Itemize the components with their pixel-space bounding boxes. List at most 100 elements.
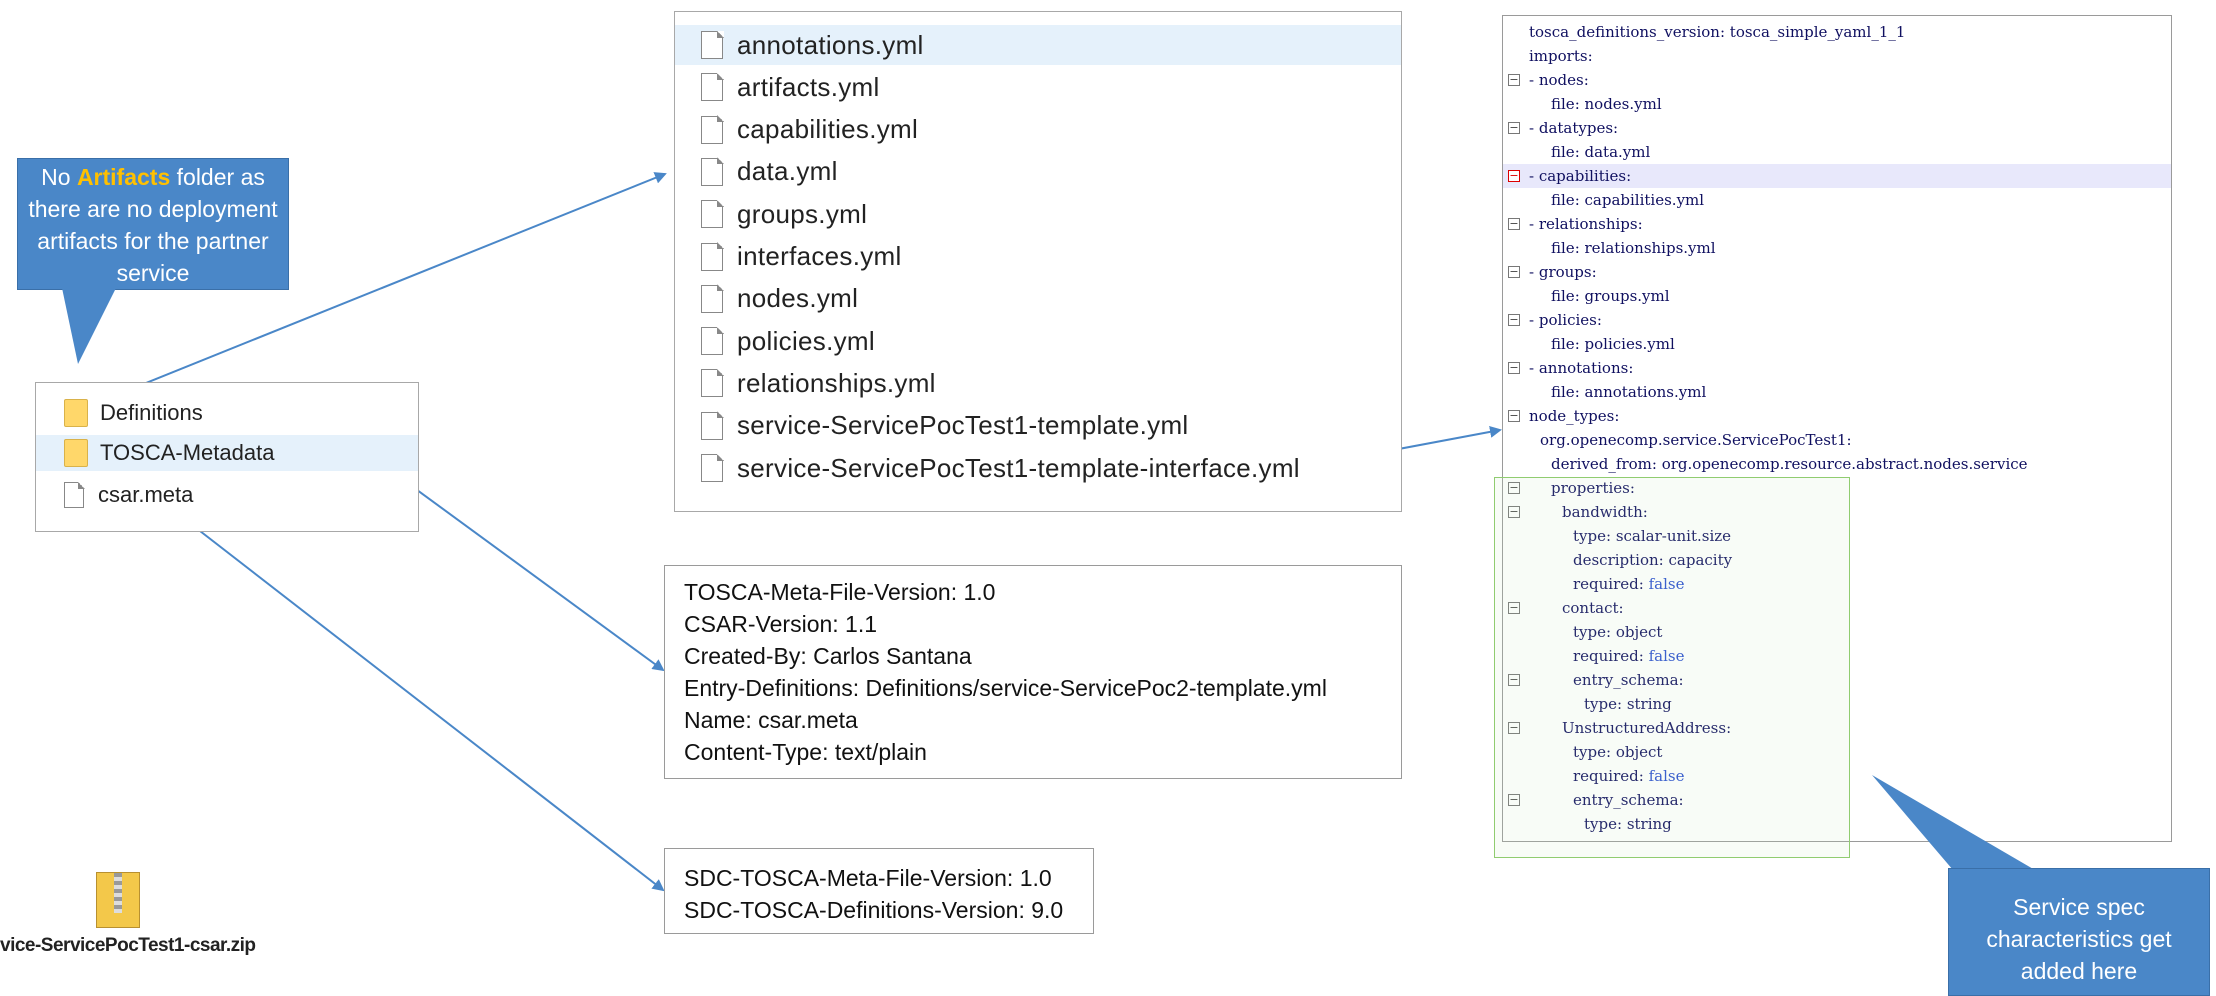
zip-file-label[interactable]: vice-ServicePocTest1-csar.zip bbox=[0, 935, 256, 957]
file-icon bbox=[701, 199, 724, 229]
file-icon bbox=[701, 157, 724, 186]
code-line: file: policies.yml bbox=[1551, 335, 1675, 353]
csar-root-folder: Definitions TOSCA-Metadata csar.meta bbox=[35, 382, 419, 532]
code-line: tosca_definitions_version: tosca_simple_… bbox=[1529, 23, 1906, 41]
definitions-file-item[interactable]: nodes.yml bbox=[675, 279, 1401, 319]
folder-icon bbox=[64, 399, 88, 427]
file-icon bbox=[701, 72, 724, 102]
code-key: - datatypes bbox=[1529, 119, 1614, 137]
definitions-file-item[interactable]: annotations.yml bbox=[675, 25, 1401, 65]
fold-toggle-icon[interactable]: − bbox=[1508, 314, 1520, 326]
code-key: - policies bbox=[1529, 311, 1597, 329]
properties-highlight-box bbox=[1494, 477, 1850, 858]
code-value: capabilities.yml bbox=[1584, 191, 1705, 209]
file-icon bbox=[701, 411, 724, 440]
csar-meta-line: SDC-TOSCA-Meta-File-Version: 1.0 bbox=[684, 865, 1052, 891]
definitions-file-item[interactable]: relationships.yml bbox=[675, 363, 1401, 403]
code-key: file bbox=[1551, 143, 1575, 161]
definitions-file-item[interactable]: groups.yml bbox=[675, 194, 1401, 234]
arrow-to-csar-meta bbox=[199, 530, 665, 892]
code-key: - capabilities bbox=[1529, 167, 1627, 185]
code-key: imports bbox=[1529, 47, 1588, 65]
code-line: − - annotations: bbox=[1508, 359, 1639, 377]
code-key: tosca_definitions_version bbox=[1529, 23, 1720, 41]
folder-item-definitions[interactable]: Definitions bbox=[36, 395, 418, 431]
no-artifacts-callout: No Artifacts folder as there are no depl… bbox=[17, 158, 289, 290]
code-key: derived_from bbox=[1551, 455, 1652, 473]
code-line: imports: bbox=[1529, 47, 1598, 65]
code-line: − - capabilities: bbox=[1503, 164, 2171, 188]
code-value: groups.yml bbox=[1584, 287, 1670, 305]
csar-meta-line: SDC-TOSCA-Definitions-Version: 9.0 bbox=[684, 897, 1064, 923]
csar-meta-content: SDC-TOSCA-Meta-File-Version: 1.0 SDC-TOS… bbox=[664, 848, 1094, 934]
zip-archive-icon[interactable] bbox=[96, 872, 140, 928]
code-key: file bbox=[1551, 239, 1575, 257]
fold-toggle-icon[interactable]: − bbox=[1508, 218, 1520, 230]
code-value: tosca_simple_yaml_1_1 bbox=[1729, 23, 1906, 41]
definitions-file-item[interactable]: data.yml bbox=[675, 152, 1401, 192]
code-line: file: groups.yml bbox=[1551, 287, 1670, 305]
code-line: file: capabilities.yml bbox=[1551, 191, 1705, 209]
file-icon bbox=[701, 368, 724, 398]
code-key: node_types bbox=[1529, 407, 1615, 425]
tosca-meta-line: Content-Type: text/plain bbox=[684, 739, 927, 765]
code-value: data.yml bbox=[1584, 143, 1651, 161]
code-key: - groups bbox=[1529, 263, 1592, 281]
file-item-csar-meta[interactable]: csar.meta bbox=[36, 477, 418, 513]
fold-toggle-icon[interactable]: − bbox=[1508, 170, 1520, 182]
code-value: policies.yml bbox=[1584, 335, 1675, 353]
file-icon bbox=[701, 453, 724, 482]
code-line: file: relationships.yml bbox=[1551, 239, 1716, 257]
fold-toggle-icon[interactable]: − bbox=[1508, 266, 1520, 278]
folder-item-tosca-metadata[interactable]: TOSCA-Metadata bbox=[36, 435, 418, 471]
code-key: file bbox=[1551, 95, 1575, 113]
file-icon bbox=[701, 326, 724, 356]
code-value: nodes.yml bbox=[1584, 95, 1662, 113]
artifacts-highlight: Artifacts bbox=[76, 164, 171, 190]
callout-pointer bbox=[62, 288, 116, 364]
definitions-file-item[interactable]: artifacts.yml bbox=[675, 67, 1401, 107]
file-icon bbox=[64, 481, 85, 508]
code-line: − - relationships: bbox=[1508, 215, 1648, 233]
code-line: org.openecomp.service.ServicePocTest1: bbox=[1540, 431, 1857, 449]
file-icon bbox=[701, 30, 724, 59]
code-value: org.openecomp.resource.abstract.nodes.se… bbox=[1661, 455, 2028, 473]
tosca-meta-line: Created-By: Carlos Santana bbox=[684, 643, 972, 669]
fold-toggle-icon[interactable]: − bbox=[1508, 74, 1520, 86]
file-icon bbox=[701, 284, 724, 313]
folder-icon bbox=[64, 439, 88, 467]
definitions-file-item[interactable]: capabilities.yml bbox=[675, 110, 1401, 150]
tosca-meta-line: CSAR-Version: 1.1 bbox=[684, 611, 878, 637]
code-line: − - nodes: bbox=[1508, 71, 1594, 89]
code-line: file: annotations.yml bbox=[1551, 383, 1707, 401]
tosca-meta-line: Name: csar.meta bbox=[684, 707, 858, 733]
definitions-file-item[interactable]: policies.yml bbox=[675, 321, 1401, 361]
definitions-file-item[interactable]: interfaces.yml bbox=[675, 237, 1401, 277]
service-spec-callout: Service spec characteristics get added h… bbox=[1948, 868, 2210, 996]
code-key: file bbox=[1551, 191, 1575, 209]
definitions-file-item[interactable]: service-ServicePocTest1-template-interfa… bbox=[675, 448, 1401, 488]
code-key: file bbox=[1551, 335, 1575, 353]
file-icon bbox=[701, 242, 724, 271]
code-line: derived_from: org.openecomp.resource.abs… bbox=[1551, 455, 2028, 473]
code-key: file bbox=[1551, 287, 1575, 305]
tosca-meta-content: TOSCA-Meta-File-Version: 1.0 CSAR-Versio… bbox=[664, 565, 1402, 779]
code-key: - nodes bbox=[1529, 71, 1584, 89]
code-key: file bbox=[1551, 383, 1575, 401]
code-key: org.openecomp.service.ServicePocTest1 bbox=[1540, 431, 1847, 449]
code-line: file: data.yml bbox=[1551, 143, 1651, 161]
fold-toggle-icon[interactable]: − bbox=[1508, 362, 1520, 374]
tosca-meta-line: TOSCA-Meta-File-Version: 1.0 bbox=[684, 579, 996, 605]
code-key: - relationships bbox=[1529, 215, 1638, 233]
code-line: − node_types: bbox=[1508, 407, 1625, 425]
code-line: file: nodes.yml bbox=[1551, 95, 1662, 113]
code-line: − - datatypes: bbox=[1508, 119, 1623, 137]
file-icon bbox=[701, 115, 724, 144]
code-line: − - groups: bbox=[1508, 263, 1602, 281]
code-key: - annotations bbox=[1529, 359, 1629, 377]
fold-toggle-icon[interactable]: − bbox=[1508, 410, 1520, 422]
definitions-file-item[interactable]: service-ServicePocTest1-template.yml bbox=[675, 406, 1401, 446]
tosca-meta-line: Entry-Definitions: Definitions/service-S… bbox=[684, 675, 1327, 701]
definitions-file-list: annotations.yml artifacts.yml capabilities… bbox=[674, 11, 1402, 512]
fold-toggle-icon[interactable]: − bbox=[1508, 122, 1520, 134]
